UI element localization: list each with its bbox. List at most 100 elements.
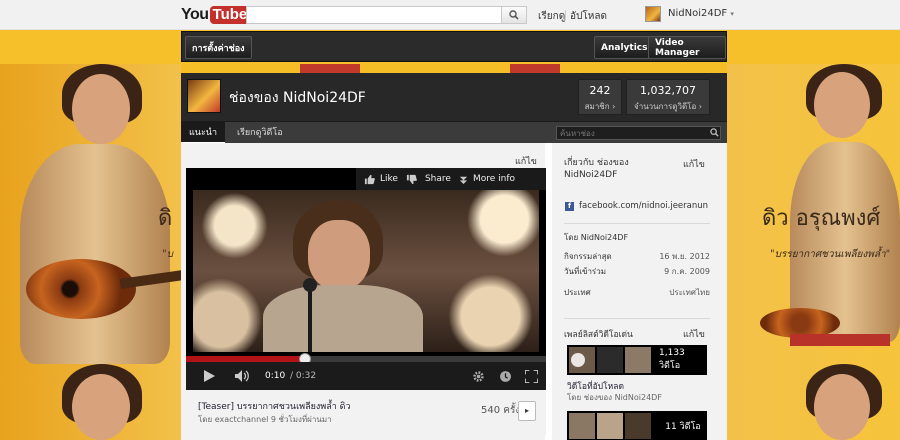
view-total: 1,032,707	[640, 84, 696, 97]
background-subtitle-left: "บ	[162, 249, 173, 260]
like-label: Like	[380, 174, 398, 184]
thumbs-down-icon	[406, 174, 417, 184]
subscribers-stat[interactable]: 242 สมาชิก ›	[578, 79, 622, 115]
playlist-count: 1,133 วิดีโอ	[659, 348, 707, 371]
microphone-stand	[308, 290, 312, 352]
search-button[interactable]	[501, 6, 527, 24]
edit-about-link[interactable]: แก้ไข	[683, 157, 705, 171]
video-meta: โดย exactchannel 9 ชั่วโมงที่ผ่านมา	[198, 415, 332, 424]
video-singer-shirt	[263, 285, 423, 352]
thumbs-up-icon	[364, 174, 375, 184]
tab-featured[interactable]: แนะนำ	[181, 122, 225, 144]
channel-search-input[interactable]	[556, 126, 721, 140]
video-manager-button[interactable]: Video Manager	[648, 36, 726, 59]
artist-face	[814, 374, 870, 440]
subscriber-count: 242	[589, 84, 611, 97]
chevron-down-icon: ▾	[730, 10, 734, 18]
facebook-link[interactable]: facebook.com/nidnoi.jeeranun	[579, 201, 708, 211]
playlist-heading: เพลย์ลิสต์วิดีโอเด่น	[564, 330, 633, 340]
search-icon[interactable]	[710, 128, 719, 137]
background-title-left: ดิ	[158, 206, 173, 231]
video-action-bar: Like Share More info	[356, 168, 546, 190]
playlist-owner: โดย ช่องของ NidNoi24DF	[567, 393, 662, 402]
search-icon	[509, 10, 519, 20]
featured-video-info: [Teaser] บรรยากาศชวนเพลียงพล้ำ ดิว โดย e…	[186, 391, 546, 435]
search-bar	[246, 6, 527, 24]
channel-avatar[interactable]	[187, 79, 221, 113]
about-heading: เกี่ยวกับ ช่องของ NidNoi24DF	[564, 158, 629, 180]
facebook-icon: f	[565, 202, 574, 211]
microphone	[303, 278, 317, 292]
views-label: จำนวนการดูวิดีโอ ›	[634, 102, 702, 111]
logo-tube-text: Tube	[209, 6, 251, 24]
masthead: You Tube เรียกดู อัปโหลด NidNoi24DF ▾	[0, 0, 900, 30]
play-icon	[571, 353, 585, 367]
video-frame[interactable]	[193, 190, 539, 352]
artist-body	[20, 144, 170, 364]
artist-face	[814, 72, 870, 138]
thumb-frame	[625, 347, 651, 373]
more-info-button[interactable]: More info	[459, 174, 515, 184]
video-player[interactable]: Like Share More info 0:10 / 0:32	[186, 168, 546, 390]
info-row-country: ประเทศ ประเทศไทย	[564, 286, 710, 299]
channel-header: ช่องของ NidNoi24DF 242 สมาชิก › 1,032,70…	[181, 73, 727, 121]
info-row-last-activity: กิจกรรมล่าสุด 16 พ.ย. 2012	[564, 250, 710, 263]
player-controls: 0:10 / 0:32	[186, 362, 546, 390]
fullscreen-icon[interactable]	[525, 370, 538, 383]
info-value: 16 พ.ย. 2012	[659, 252, 710, 261]
video-singer-face	[308, 220, 370, 290]
play-icon[interactable]	[204, 370, 215, 382]
decor-stripe	[790, 334, 890, 346]
more-info-label: More info	[472, 174, 515, 184]
thumb-frame	[569, 413, 595, 439]
info-label: ประเทศ	[564, 288, 591, 297]
info-value: 9 ก.ค. 2009	[664, 267, 710, 276]
views-stat[interactable]: 1,032,707 จำนวนการดูวิดีโอ ›	[626, 79, 710, 115]
background-title: ดิว อรุณพงศ์	[762, 206, 881, 231]
user-menu[interactable]: NidNoi24DF ▾	[668, 8, 734, 19]
divider	[565, 10, 566, 20]
artist-face	[72, 374, 130, 440]
like-button[interactable]: Like	[364, 174, 398, 185]
playlist-thumbnail[interactable]: 11 วิดีโอ	[567, 411, 707, 440]
channel-tabs: แนะนำ เรียกดูวิดีโอ	[181, 121, 727, 144]
view-count: 540 ครั้ง	[481, 405, 521, 416]
channel-settings-button[interactable]: การตั้งค่าช่อง	[185, 36, 252, 59]
share-more-button[interactable]: ▸	[518, 401, 536, 421]
analytics-button[interactable]: Analytics	[594, 36, 655, 59]
playlist-thumbnail[interactable]: 1,133 วิดีโอ	[567, 345, 707, 375]
artist-face	[72, 74, 130, 144]
edit-featured-link[interactable]: แก้ไข	[515, 154, 537, 168]
channel-owner-bar: การตั้งค่าช่อง Analytics Video Manager	[181, 31, 727, 62]
youtube-logo[interactable]: You Tube	[181, 6, 251, 24]
info-row-joined: วันที่เข้าร่วม 9 ก.ค. 2009	[564, 265, 710, 278]
time-current: 0:10	[265, 371, 286, 381]
browse-link[interactable]: เรียกดู	[538, 9, 565, 24]
upload-link[interactable]: อัปโหลด	[570, 9, 607, 24]
edit-playlist-link[interactable]: แก้ไข	[683, 327, 705, 341]
owner-by: โดย NidNoi24DF	[564, 233, 629, 242]
user-name: NidNoi24DF	[668, 8, 728, 19]
guitar-illustration	[26, 259, 136, 319]
volume-icon[interactable]	[235, 370, 251, 382]
tab-browse-videos[interactable]: เรียกดูวิดีโอ	[229, 122, 291, 144]
watch-later-icon[interactable]	[499, 370, 512, 383]
search-input[interactable]	[246, 6, 501, 24]
user-avatar[interactable]	[645, 6, 661, 22]
share-button[interactable]: Share	[425, 174, 451, 184]
info-label: วันที่เข้าร่วม	[564, 267, 606, 276]
video-title-link[interactable]: [Teaser] บรรยากาศชวนเพลียงพล้ำ ดิว	[198, 399, 351, 413]
thumb-frame	[625, 413, 651, 439]
gear-icon[interactable]	[472, 370, 485, 383]
thumb-frame	[597, 347, 623, 373]
divider	[564, 223, 710, 224]
logo-you-text: You	[181, 6, 209, 23]
background-subtitle: "บรรยากาศชวนเพลียงพล้ำ"	[770, 249, 891, 260]
info-value: ประเทศไทย	[669, 288, 710, 297]
subscriber-label: สมาชิก ›	[584, 102, 616, 111]
dislike-button[interactable]	[406, 174, 417, 185]
info-label: กิจกรรมล่าสุด	[564, 252, 612, 261]
time-total: / 0:32	[290, 371, 317, 381]
thumb-frame	[597, 413, 623, 439]
playlist-count: 11 วิดีโอ	[659, 415, 707, 437]
